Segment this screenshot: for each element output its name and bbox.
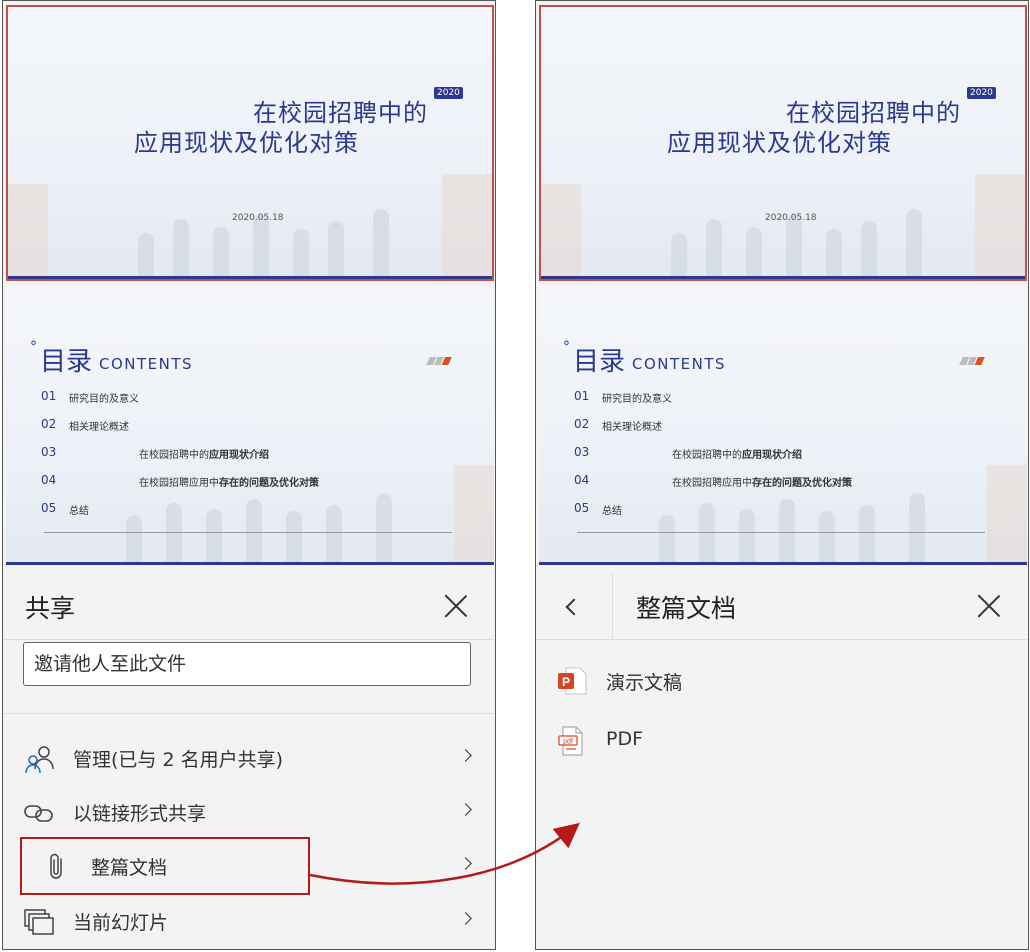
panel-divider bbox=[3, 713, 494, 714]
option-pdf[interactable]: pdf PDF bbox=[536, 715, 1027, 765]
decorative-slashes bbox=[959, 357, 985, 365]
slide-background-photo bbox=[541, 169, 1025, 279]
toc-item: 相关理论概述 bbox=[69, 422, 129, 433]
share-row-label: 以链接形式共享 bbox=[73, 803, 207, 825]
toc-number: 01 bbox=[41, 389, 57, 403]
slide-thumbnail-1[interactable]: 在校园招聘中的 2020 应用现状及优化对策 2020.05.18 bbox=[539, 5, 1027, 281]
option-label: 演示文稿 bbox=[606, 672, 683, 694]
share-panel-title: 共享 bbox=[25, 594, 76, 623]
share-row-label: 当前幻灯片 bbox=[73, 912, 169, 934]
slide-date: 2020.05.18 bbox=[232, 213, 284, 223]
decorative-slashes bbox=[426, 357, 452, 365]
chevron-right-icon bbox=[459, 803, 472, 816]
toc-heading: 目录 bbox=[573, 347, 626, 377]
share-panel-header: 共享 bbox=[3, 573, 494, 640]
toc-number: 02 bbox=[574, 417, 590, 431]
toc-item: 研究目的及意义 bbox=[602, 394, 672, 405]
slide-thumbnail-2[interactable]: ° 目录 CONTENTS 01 研究目的及意义 02 相关理论概述 03 在校… bbox=[539, 289, 1027, 565]
toc-item: 在校园招聘中的应用现状介绍 bbox=[672, 450, 802, 461]
back-chevron-icon[interactable] bbox=[565, 598, 583, 616]
toc-item: 在校园招聘中的应用现状介绍 bbox=[139, 450, 269, 461]
toc-heading-english: CONTENTS bbox=[632, 355, 727, 373]
invite-input[interactable] bbox=[23, 642, 471, 686]
toc-divider bbox=[44, 532, 452, 533]
share-panel: 共享 管理(已与 2 名用户共享) 以链接形式共享 bbox=[3, 573, 494, 949]
toc-degree-mark: ° bbox=[30, 339, 37, 355]
header-separator bbox=[612, 573, 613, 639]
toc-item: 在校园招聘应用中存在的问题及优化对策 bbox=[139, 478, 319, 489]
toc-item: 总结 bbox=[602, 506, 622, 517]
option-label: PDF bbox=[606, 728, 644, 750]
link-icon bbox=[24, 805, 53, 822]
left-screen: 在校园招聘中的 2020 应用现状及优化对策 2020.05.18 ° 目录 C… bbox=[2, 0, 496, 950]
whole-document-panel: 整篇文档 P 演示文稿 pdf PDF bbox=[536, 573, 1027, 949]
svg-text:pdf: pdf bbox=[563, 739, 573, 746]
powerpoint-icon: P bbox=[558, 667, 587, 695]
toc-item: 在校园招聘应用中存在的问题及优化对策 bbox=[672, 478, 852, 489]
slides-icon bbox=[24, 909, 54, 935]
toc-number: 04 bbox=[41, 473, 57, 487]
slide-thumbnail-1[interactable]: 在校园招聘中的 2020 应用现状及优化对策 2020.05.18 bbox=[6, 5, 494, 281]
right-screen: 在校园招聘中的 2020 应用现状及优化对策 2020.05.18 ° 目录 C… bbox=[535, 0, 1029, 950]
toc-number: 01 bbox=[574, 389, 590, 403]
year-badge: 2020 bbox=[967, 87, 996, 99]
toc-item: 研究目的及意义 bbox=[69, 394, 139, 405]
slide-bottom-bar bbox=[539, 562, 1027, 565]
slide-date: 2020.05.18 bbox=[765, 213, 817, 223]
slide-bottom-bar bbox=[541, 276, 1025, 279]
toc-number: 04 bbox=[574, 473, 590, 487]
slide-thumbnail-2[interactable]: ° 目录 CONTENTS 01 研究目的及意义 02 相关理论概述 03 在校… bbox=[6, 289, 494, 565]
year-badge: 2020 bbox=[434, 87, 463, 99]
chevron-right-icon bbox=[459, 857, 472, 870]
chevron-right-icon bbox=[459, 749, 472, 762]
toc-number: 03 bbox=[41, 445, 57, 459]
pdf-icon: pdf bbox=[558, 726, 583, 756]
toc-divider bbox=[577, 532, 985, 533]
toc-number: 02 bbox=[41, 417, 57, 431]
toc-heading: 目录 bbox=[40, 347, 93, 377]
slide-bottom-bar bbox=[6, 562, 494, 565]
doc-panel-title: 整篇文档 bbox=[636, 594, 737, 623]
toc-number: 05 bbox=[41, 501, 57, 515]
toc-item: 相关理论概述 bbox=[602, 422, 662, 433]
toc-number: 05 bbox=[574, 501, 590, 515]
highlight-box bbox=[20, 837, 310, 895]
slide-bottom-bar bbox=[8, 276, 492, 279]
toc-degree-mark: ° bbox=[563, 339, 570, 355]
toc-heading-english: CONTENTS bbox=[99, 355, 194, 373]
chevron-right-icon bbox=[459, 912, 472, 925]
doc-panel-header: 整篇文档 bbox=[536, 573, 1027, 640]
people-icon bbox=[25, 746, 54, 774]
toc-number: 03 bbox=[574, 445, 590, 459]
option-presentation[interactable]: P 演示文稿 bbox=[536, 655, 1027, 705]
share-row-current-slide[interactable]: 当前幻灯片 bbox=[3, 896, 494, 946]
share-row-manage[interactable]: 管理(已与 2 名用户共享) bbox=[3, 733, 494, 783]
slide-background-photo bbox=[8, 169, 492, 279]
close-icon[interactable] bbox=[443, 593, 469, 619]
toc-item: 总结 bbox=[69, 506, 89, 517]
svg-text:P: P bbox=[562, 675, 570, 689]
slide-title-line2: 应用现状及优化对策 bbox=[134, 129, 359, 157]
close-icon[interactable] bbox=[976, 593, 1002, 619]
slide-title-line2: 应用现状及优化对策 bbox=[667, 129, 892, 157]
share-row-label: 管理(已与 2 名用户共享) bbox=[73, 749, 283, 771]
share-row-link[interactable]: 以链接形式共享 bbox=[3, 787, 494, 837]
